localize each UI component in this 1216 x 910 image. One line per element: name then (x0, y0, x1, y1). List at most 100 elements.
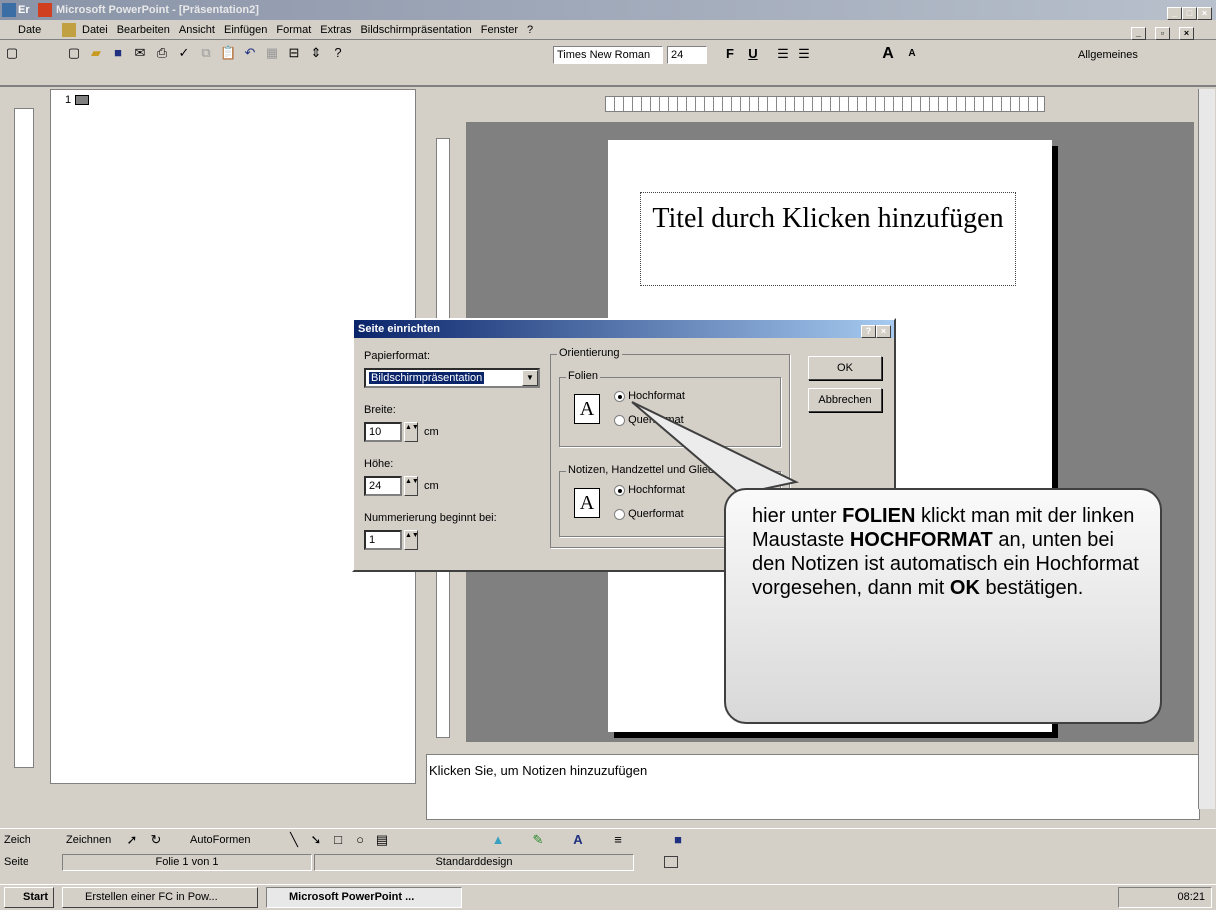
task-powerpoint[interactable]: Microsoft PowerPoint ... (266, 887, 462, 908)
increase-font-icon[interactable]: A (880, 46, 896, 62)
line-color-icon[interactable]: ✎ (530, 832, 546, 848)
menu-bildschirmpraesentation[interactable]: Bildschirmpräsentation (360, 24, 471, 36)
save-icon[interactable]: ■ (110, 45, 126, 61)
maximize-button[interactable]: □ (1182, 7, 1197, 20)
oval-icon[interactable]: ○ (352, 832, 368, 848)
notes-landscape-radio[interactable]: Querformat (614, 508, 684, 520)
ok-button[interactable]: OK (808, 356, 882, 380)
underline-button[interactable]: U (745, 46, 761, 62)
height-input[interactable]: 24 (364, 476, 402, 496)
menu-format[interactable]: Format (276, 24, 311, 36)
notes-pane[interactable]: Klicken Sie, um Notizen hinzuzufügen (426, 754, 1200, 820)
instruction-callout: hier unter FOLIEN klickt man mit der lin… (724, 488, 1162, 724)
dialog-title: Seite einrichten (358, 323, 440, 335)
status-bar: Seite Folie 1 von 1 Standarddesign (0, 852, 1216, 872)
width-input[interactable]: 10 (364, 422, 402, 442)
standard-toolbar: ▢ ▢ ▰ ■ ✉ ⎙ ✓ ⧉ 📋 ↶ ▦ ⊟ ⇕ ? Times New Ro… (0, 41, 1216, 87)
task-word[interactable]: Erstellen einer FC in Pow... (62, 887, 258, 908)
doc-restore-button[interactable]: ▫ (1155, 27, 1170, 40)
fill-color-icon[interactable]: ▲ (490, 832, 506, 848)
paste-icon[interactable]: 📋 (220, 45, 236, 61)
rotate-icon[interactable]: ↻ (148, 832, 164, 848)
height-spinner-icon[interactable]: ▲▼ (404, 476, 419, 496)
callout-bold-2: HOCHFORMAT (849, 529, 993, 551)
new-icon[interactable]: ▢ (4, 45, 20, 61)
table-icon[interactable]: ⊟ (286, 45, 302, 61)
numbering-input[interactable]: 1 (364, 530, 402, 550)
title-placeholder-text: Titel durch Klicken hinzufügen (652, 203, 1004, 234)
title-placeholder[interactable]: Titel durch Klicken hinzufügen (640, 192, 1016, 286)
width-value: 10 (369, 426, 382, 438)
width-spinner-icon[interactable]: ▲▼ (404, 422, 419, 442)
font-select[interactable]: Times New Roman (553, 46, 663, 64)
line-style-icon[interactable]: ≡ (610, 832, 626, 848)
clock: 08:21 (1177, 891, 1205, 903)
dialog-title-bar[interactable]: Seite einrichten ? × (354, 320, 894, 338)
pointer-icon[interactable]: ➚ (124, 832, 140, 848)
app-icon (2, 3, 16, 17)
menu-einfuegen[interactable]: Einfügen (224, 24, 267, 36)
menu-ansicht[interactable]: Ansicht (179, 24, 215, 36)
dialog-close-button[interactable]: × (876, 325, 891, 338)
menu-extras[interactable]: Extras (320, 24, 351, 36)
doc-minimize-button[interactable]: _ (1131, 27, 1146, 40)
new-doc-icon[interactable]: ▢ (66, 45, 82, 61)
expand-icon[interactable]: ⇕ (308, 45, 324, 61)
status-fragment: Seite (4, 856, 28, 868)
task-word-label: Erstellen einer FC in Pow... (85, 891, 218, 903)
print-icon[interactable]: ⎙ (154, 45, 170, 61)
numbering-spinner-icon[interactable]: ▲▼ (404, 530, 419, 550)
spelling-icon[interactable]: ✓ (176, 45, 192, 61)
size-select[interactable]: 24 (667, 46, 707, 64)
close-button[interactable]: × (1197, 7, 1212, 20)
width-unit: cm (424, 426, 439, 438)
left-ruler (14, 108, 34, 768)
slides-label: Folien (566, 370, 600, 382)
autoshapes-menu[interactable]: AutoFormen (190, 834, 251, 846)
paper-label: Papierformat: (364, 350, 431, 362)
taskbar: Start Erstellen einer FC in Pow... Micro… (0, 884, 1216, 910)
align-left-icon[interactable]: ☰ (775, 46, 791, 62)
start-button[interactable]: Start (4, 887, 54, 908)
chart-icon[interactable]: ▦ (264, 45, 280, 61)
rectangle-icon[interactable]: □ (330, 832, 346, 848)
cancel-label: Abbrechen (818, 394, 872, 406)
slide-icon[interactable] (75, 95, 89, 105)
task-powerpoint-label: Microsoft PowerPoint ... (289, 891, 415, 903)
window-title-bar[interactable]: Er Microsoft PowerPoint - [Präsentation2… (0, 0, 1216, 20)
outer-menu-fragment: Datei (18, 24, 42, 36)
design-label[interactable]: Allgemeines (1078, 49, 1138, 61)
align-center-icon[interactable]: ☰ (796, 46, 812, 62)
notes-placeholder: Klicken Sie, um Notizen hinzuzufügen (429, 763, 648, 778)
menu-fenster[interactable]: Fenster (481, 24, 518, 36)
drawing-toolbar: Zeich Zeichnen ➚ ↻ AutoFormen ╲ ➘ □ ○ ▤ … (0, 828, 1216, 850)
font-color-icon[interactable]: A (570, 832, 586, 848)
textbox-icon[interactable]: ▤ (374, 832, 390, 848)
orientation-label: Orientierung (557, 347, 622, 359)
dropdown-arrow-icon[interactable]: ▼ (522, 370, 538, 386)
shadow-icon[interactable]: ■ (670, 832, 686, 848)
right-scrollbar[interactable] (1198, 89, 1215, 809)
decrease-font-icon[interactable]: A (904, 46, 920, 62)
bold-button[interactable]: F (722, 46, 738, 62)
paper-select[interactable]: Bildschirmpräsentation ▼ (364, 368, 540, 388)
separator (0, 85, 1216, 86)
email-icon[interactable]: ✉ (132, 45, 148, 61)
top-ruler (605, 96, 1045, 112)
open-icon[interactable]: ▰ (88, 45, 104, 61)
dialog-help-button[interactable]: ? (861, 325, 876, 338)
height-unit: cm (424, 480, 439, 492)
menu-items: Datei Bearbeiten Ansicht Einfügen Format Extr… (82, 20, 542, 40)
line-icon[interactable]: ╲ (286, 832, 302, 848)
minimize-button[interactable]: _ (1167, 7, 1182, 20)
menu-bearbeiten[interactable]: Bearbeiten (117, 24, 170, 36)
height-value: 24 (369, 480, 382, 492)
help-icon[interactable]: ? (330, 45, 346, 61)
arrow-icon[interactable]: ➘ (308, 832, 324, 848)
menu-datei[interactable]: Datei (82, 24, 108, 36)
doc-close-button[interactable]: × (1179, 27, 1194, 40)
undo-icon[interactable]: ↶ (242, 45, 258, 61)
copy-icon[interactable]: ⧉ (198, 45, 214, 61)
menu-help[interactable]: ? (527, 24, 533, 36)
drawing-menu[interactable]: Zeichnen (66, 834, 111, 846)
